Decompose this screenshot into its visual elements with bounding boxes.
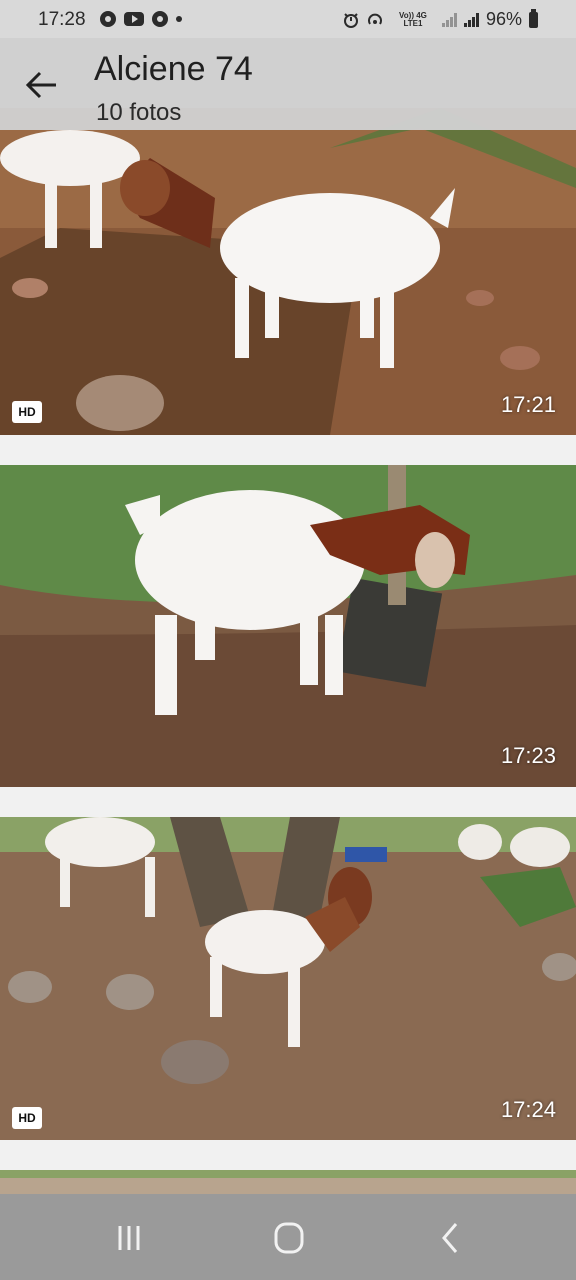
system-nav-bar: [0, 1194, 576, 1280]
goat-photo-image: [0, 465, 576, 787]
app-header: Alciene 74 10 fotos: [0, 38, 576, 130]
photo-image: [0, 1170, 576, 1194]
chrome-icon: [152, 11, 168, 27]
network-type-label: Vo)) 4G LTE1: [399, 10, 427, 28]
system-icons: Vo)) 4G LTE1 96%: [343, 8, 538, 30]
status-time: 17:28: [38, 9, 86, 30]
photo-time: 17:23: [500, 743, 556, 768]
photo-1[interactable]: HD 17:21: [0, 108, 576, 435]
photo-time: 17:24: [500, 1097, 556, 1122]
home-icon[interactable]: [264, 1218, 314, 1258]
photo-count: 10 fotos: [96, 99, 182, 126]
recent-apps-icon[interactable]: [104, 1218, 154, 1258]
more-notifications-icon: [176, 16, 182, 22]
battery-icon: [529, 8, 538, 28]
page-title: Alciene 74: [94, 50, 253, 88]
signal-icon: [441, 12, 457, 27]
photo-3[interactable]: HD 17:24: [0, 817, 576, 1140]
photo-4[interactable]: [0, 1170, 576, 1194]
goat-photo-image: [0, 817, 576, 1140]
divider: [0, 435, 576, 465]
photo-2[interactable]: 17:23: [0, 465, 576, 787]
status-bar: 17:28 Vo)) 4G LTE1 96%: [0, 0, 576, 40]
back-icon[interactable]: [426, 1218, 476, 1258]
hd-badge: HD: [12, 401, 42, 423]
notification-icons: [100, 11, 182, 27]
chrome-icon: [100, 11, 116, 27]
divider: [0, 787, 576, 817]
battery-percent: 96%: [485, 9, 522, 29]
signal-icon: [463, 12, 479, 27]
alarm-icon: [343, 12, 358, 28]
youtube-icon: [124, 12, 144, 26]
photo-time: 17:21: [500, 392, 556, 417]
back-arrow-icon[interactable]: [22, 68, 62, 102]
hotspot-icon: [367, 13, 382, 25]
goat-photo-image: [0, 108, 576, 435]
hd-badge: HD: [12, 1107, 42, 1129]
divider: [0, 1140, 576, 1170]
